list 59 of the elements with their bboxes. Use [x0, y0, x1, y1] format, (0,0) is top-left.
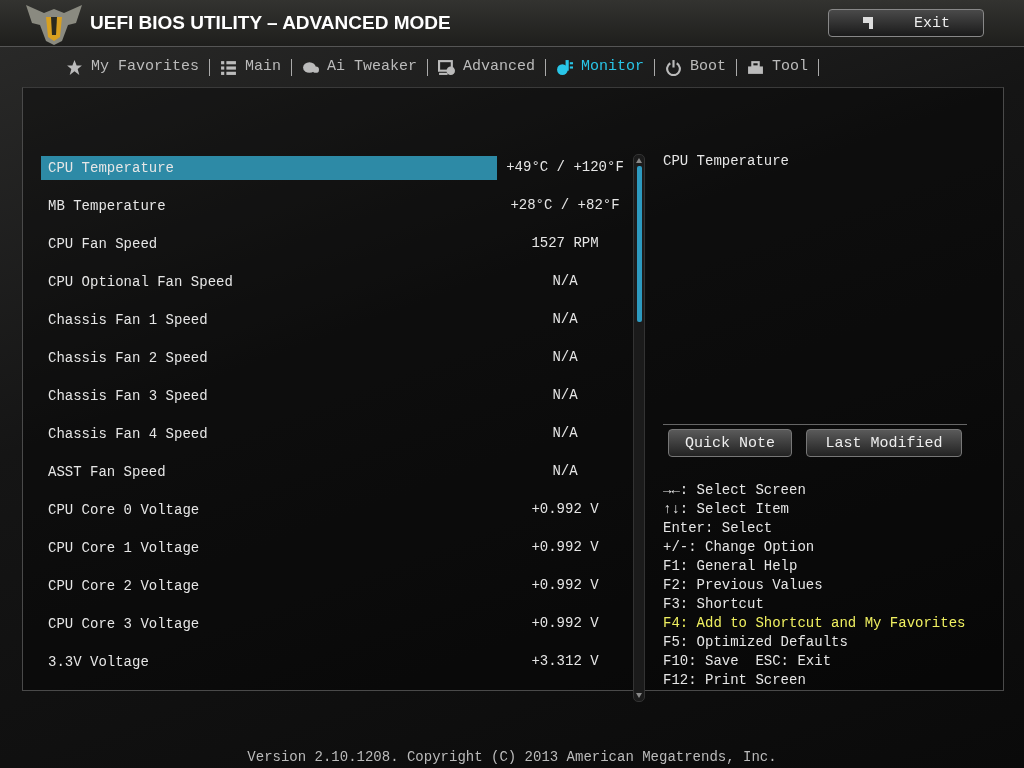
setting-value: +0.992 V	[530, 538, 600, 557]
window-title: UEFI BIOS UTILITY – ADVANCED MODE	[90, 12, 451, 34]
setting-label[interactable]: CPU Core 2 Voltage	[41, 574, 497, 598]
menu-tab[interactable]: Tool	[737, 58, 820, 76]
key-hint: F12: Print Screen	[663, 671, 807, 690]
item-description: CPU Temperature	[663, 153, 967, 425]
panel-button[interactable]: Last Modified	[806, 429, 962, 457]
setting-value: +49°C / +120°F	[505, 158, 625, 177]
setting-label[interactable]: Chassis Fan 3 Speed	[41, 384, 497, 408]
panel-button[interactable]: Quick Note	[668, 429, 792, 457]
menu-tab[interactable]: Boot	[655, 58, 738, 76]
key-hint: F4: Add to Shortcut and My Favorites	[663, 614, 967, 633]
menu-tab[interactable]: Advanced	[428, 58, 547, 76]
toolbox-icon	[747, 58, 765, 76]
setting-label[interactable]: MB Temperature	[41, 194, 497, 218]
setting-value: N/A	[551, 462, 579, 481]
star-icon	[66, 58, 83, 76]
setting-label[interactable]: CPU Core 1 Voltage	[41, 536, 497, 560]
setting-value: N/A	[551, 310, 579, 329]
setting-value: +0.992 V	[530, 500, 600, 519]
power-icon	[665, 58, 683, 76]
setting-label[interactable]: CPU Core 0 Voltage	[41, 498, 497, 522]
setting-value: +0.992 V	[530, 576, 600, 595]
menu-tab[interactable]: Main	[210, 58, 293, 76]
setting-value: N/A	[551, 424, 579, 443]
key-hint: F2: Previous Values	[663, 576, 824, 595]
menu-tab[interactable]: Monitor	[546, 58, 656, 76]
monitor-info-icon	[438, 58, 456, 76]
setting-value: N/A	[551, 348, 579, 367]
setting-label[interactable]: CPU Optional Fan Speed	[41, 270, 497, 294]
key-hint: F5: Optimized Defaults	[663, 633, 849, 652]
list-icon	[220, 58, 238, 76]
setting-label[interactable]: Chassis Fan 4 Speed	[41, 422, 497, 446]
scrollbar[interactable]	[633, 154, 645, 702]
thermometer-icon	[556, 58, 574, 76]
menu-tab[interactable]: Ai Tweaker	[292, 58, 429, 76]
setting-label[interactable]: Chassis Fan 1 Speed	[41, 308, 497, 332]
key-hint: +/-: Change Option	[663, 538, 816, 557]
setting-value: N/A	[551, 386, 579, 405]
exit-button[interactable]: Exit	[828, 9, 984, 37]
key-hint: →←: Select Screen	[663, 481, 807, 500]
setting-label[interactable]: 3.3V Voltage	[41, 650, 497, 674]
setting-label[interactable]: ASST Fan Speed	[41, 460, 497, 484]
key-hint: F10: Save ESC: Exit	[663, 652, 833, 671]
key-hint: ↑↓: Select Item	[663, 500, 791, 519]
key-hint: F1: General Help	[663, 557, 799, 576]
setting-value: +3.312 V	[530, 652, 600, 671]
setting-label[interactable]: CPU Fan Speed	[41, 232, 497, 256]
setting-value: 1527 RPM	[530, 234, 600, 253]
setting-value: +0.992 V	[530, 614, 600, 633]
setting-label[interactable]: CPU Core 3 Voltage	[41, 612, 497, 636]
menu-tab[interactable]: My Favorites	[56, 58, 211, 76]
copyright-text: Version 2.10.1208. Copyright (C) 2013 American Megatrends, Inc.	[246, 749, 778, 765]
key-hint: Enter: Select	[663, 519, 774, 538]
setting-value: N/A	[551, 272, 579, 291]
setting-value: +28°C / +82°F	[509, 196, 621, 215]
setting-label[interactable]: Chassis Fan 2 Speed	[41, 346, 497, 370]
door-icon	[862, 16, 874, 30]
key-hint: F3: Shortcut	[663, 595, 765, 614]
